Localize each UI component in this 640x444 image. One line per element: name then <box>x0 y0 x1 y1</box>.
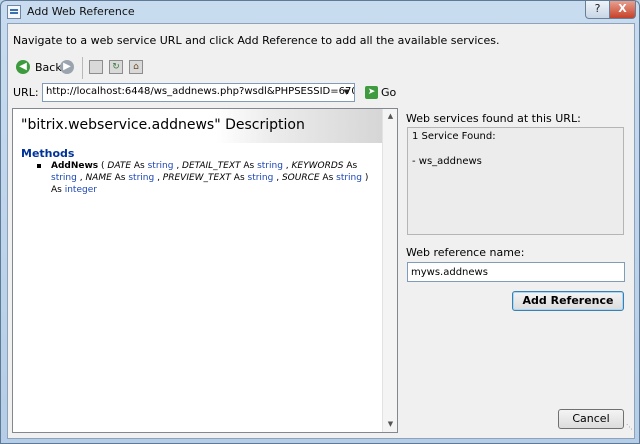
param-name: SOURCE <box>281 173 320 183</box>
param-name: DETAIL_TEXT <box>182 161 241 171</box>
stop-button[interactable] <box>89 58 103 76</box>
as-keyword: As <box>131 161 148 171</box>
browser-content: "bitrix.webservice.addnews" Description … <box>13 109 382 432</box>
method-item: AddNews ( DATE As string , DETAIL_TEXT A… <box>37 160 379 196</box>
scroll-up-arrow-icon[interactable]: ▲ <box>383 109 398 124</box>
close-button[interactable]: X <box>609 1 636 19</box>
as-keyword: As <box>230 173 248 183</box>
dialog-client-area: Navigate to a web service URL and click … <box>7 23 635 439</box>
method-name-link[interactable]: AddNews <box>51 161 98 171</box>
service-item: - ws_addnews <box>412 156 482 167</box>
home-icon: ⌂ <box>129 60 143 74</box>
param-type: string <box>247 173 274 183</box>
as-keyword: As <box>51 185 65 195</box>
title-bar[interactable]: Add Web Reference ? X <box>1 1 640 23</box>
param-type: string <box>336 173 362 183</box>
refresh-button[interactable]: ↻ <box>109 58 123 76</box>
param-type: string <box>147 161 174 171</box>
signature-punctuation: , <box>273 173 282 183</box>
instructions-text: Navigate to a web service URL and click … <box>13 34 500 47</box>
cancel-button[interactable]: Cancel <box>558 409 624 429</box>
scroll-down-arrow-icon[interactable]: ▼ <box>383 417 398 432</box>
add-reference-button[interactable]: Add Reference <box>512 291 624 311</box>
back-arrow-icon: ◀ <box>16 60 30 74</box>
param-name: NAME <box>85 173 112 183</box>
param-name: PREVIEW_TEXT <box>162 173 231 183</box>
as-keyword: As <box>319 173 337 183</box>
refresh-icon: ↻ <box>109 60 123 74</box>
param-name: DATE <box>107 161 132 171</box>
services-count: 1 Service Found: <box>412 131 496 142</box>
as-keyword: As <box>111 173 129 183</box>
back-button[interactable]: ◀ Back <box>16 58 62 76</box>
resize-grip-icon[interactable]: ⋱ <box>626 422 636 432</box>
service-description-browser[interactable]: "bitrix.webservice.addnews" Description … <box>12 108 398 433</box>
back-label: Back <box>35 60 62 74</box>
return-type: integer <box>64 185 97 195</box>
found-services-list: 1 Service Found: - ws_addnews <box>407 127 624 235</box>
bullet-icon <box>37 164 41 168</box>
signature-punctuation: , <box>173 161 183 171</box>
signature-punctuation: , <box>154 173 163 183</box>
vertical-scrollbar[interactable]: ▲ ▼ <box>382 109 397 432</box>
url-label: URL: <box>13 86 39 99</box>
window-title: Add Web Reference <box>27 5 135 18</box>
window-app-icon <box>7 5 21 19</box>
go-button[interactable]: ➤ Go <box>365 86 396 99</box>
reference-name-label: Web reference name: <box>406 246 525 259</box>
as-keyword: As <box>240 161 258 171</box>
go-label: Go <box>381 86 397 99</box>
as-keyword: As <box>343 161 358 171</box>
param-type: string <box>51 173 77 183</box>
service-header: "bitrix.webservice.addnews" Description <box>13 109 382 143</box>
service-title: "bitrix.webservice.addnews" Description <box>21 117 305 133</box>
signature-punctuation: , <box>282 161 292 171</box>
forward-button[interactable]: ▶ <box>60 58 74 76</box>
forward-arrow-icon: ▶ <box>60 60 74 74</box>
toolbar-separator <box>82 57 83 79</box>
dialog-window: Add Web Reference ? X Navigate to a web … <box>0 0 640 444</box>
url-dropdown-arrow-icon[interactable]: ▼ <box>339 84 354 101</box>
navigation-toolbar: ◀ Back ▶ ↻ ⌂ <box>12 56 212 79</box>
found-services-label: Web services found at this URL: <box>406 112 581 125</box>
param-type: string <box>257 161 283 171</box>
param-type: string <box>128 173 155 183</box>
stop-icon <box>89 60 103 74</box>
reference-name-input[interactable] <box>407 262 625 282</box>
methods-heading: Methods <box>21 147 75 160</box>
method-signature: AddNews ( DATE As string , DETAIL_TEXT A… <box>51 160 379 196</box>
help-button[interactable]: ? <box>585 1 610 19</box>
signature-punctuation: ) <box>361 173 369 183</box>
go-arrow-icon: ➤ <box>365 86 378 99</box>
param-name: KEYWORDS <box>291 161 344 171</box>
url-input[interactable]: http://localhost:6448/ws_addnews.php?wsd… <box>42 83 355 102</box>
home-button[interactable]: ⌂ <box>129 58 143 76</box>
